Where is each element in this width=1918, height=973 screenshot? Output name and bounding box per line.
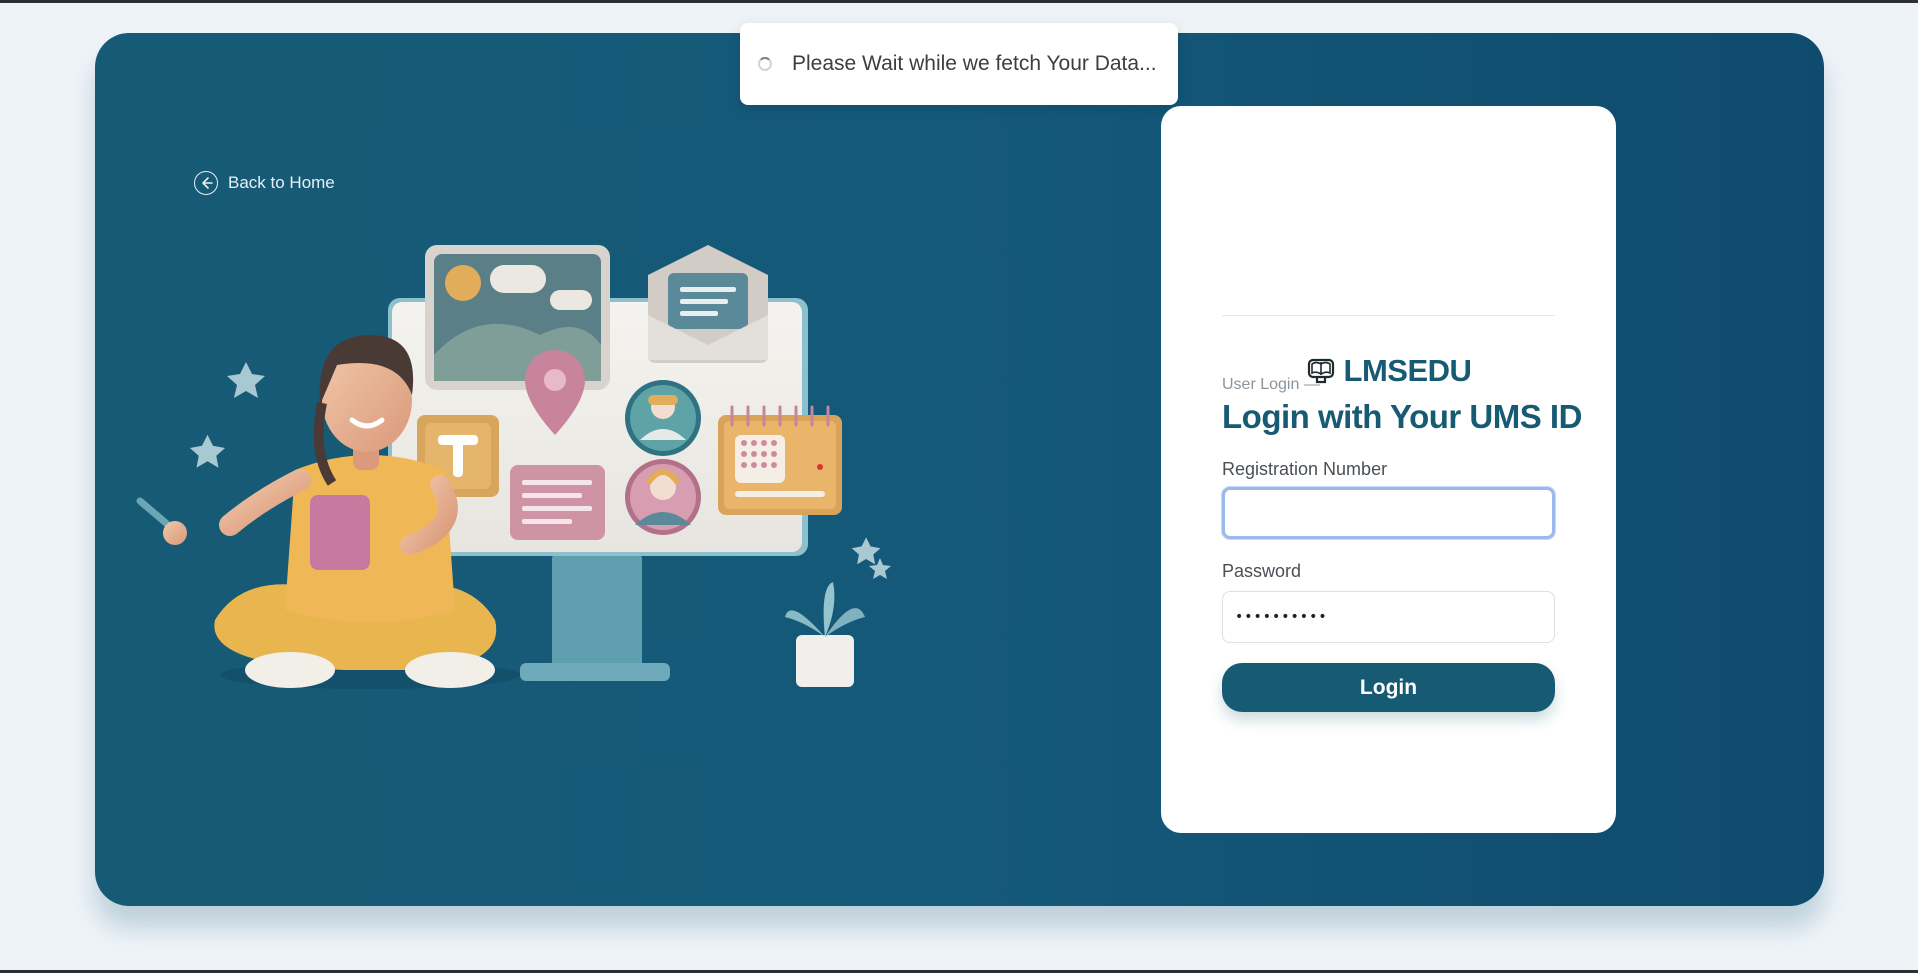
- loading-message: Please Wait while we fetch Your Data...: [792, 52, 1157, 75]
- hero-illustration: [136, 245, 891, 689]
- loading-toast: Please Wait while we fetch Your Data...: [740, 23, 1178, 105]
- password-label: Password: [1222, 561, 1302, 581]
- login-card: LMSEDU User Login — Login with Your UMS …: [1161, 106, 1616, 833]
- login-heading: Login with Your UMS ID: [1222, 398, 1582, 435]
- spinner-icon: [758, 57, 772, 71]
- registration-number-label: Registration Number: [1222, 459, 1388, 479]
- brand-divider: [1222, 315, 1555, 316]
- registration-number-input[interactable]: [1222, 487, 1555, 539]
- brand-name: LMSEDU: [1343, 353, 1472, 388]
- back-to-home-link[interactable]: Back to Home: [194, 170, 335, 196]
- arrow-left-icon: [194, 171, 218, 195]
- window-top-edge: [0, 0, 1918, 3]
- password-input[interactable]: ••••••••••: [1222, 591, 1555, 643]
- user-login-subhead: User Login —: [1222, 376, 1320, 393]
- back-to-home-label: Back to Home: [228, 173, 335, 192]
- login-button[interactable]: Login: [1222, 663, 1555, 712]
